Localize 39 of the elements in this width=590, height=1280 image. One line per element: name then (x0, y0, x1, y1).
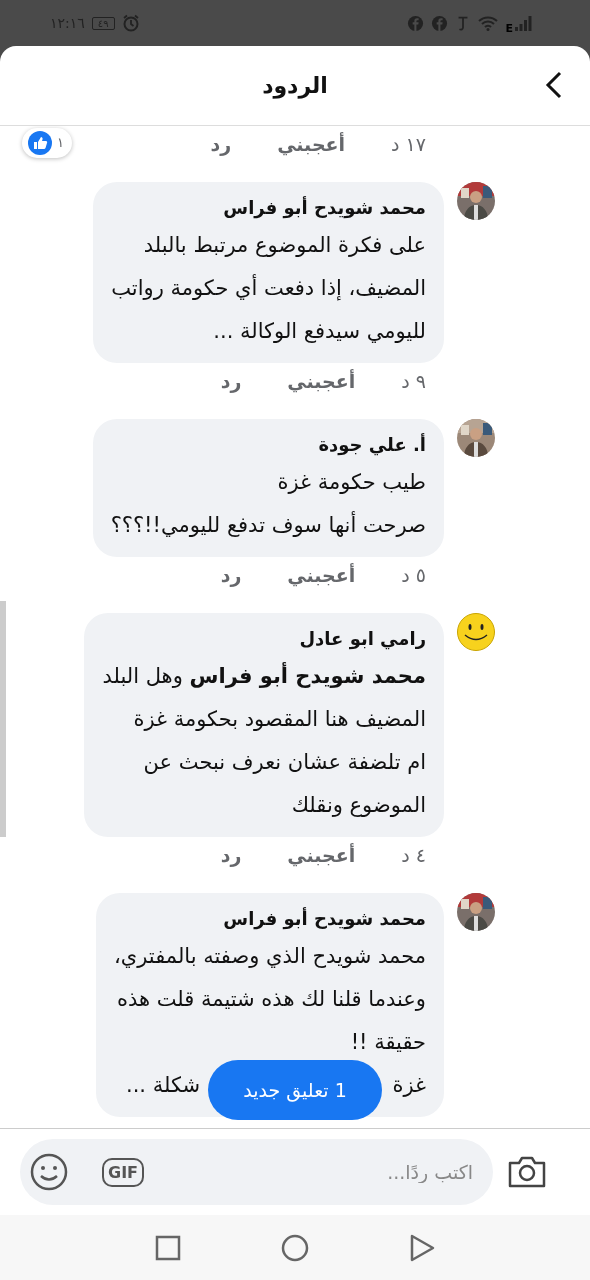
comment-text: غزة (392, 1072, 426, 1099)
like-link[interactable]: أعجبني (287, 564, 356, 586)
reaction-badge[interactable]: ١ (22, 128, 72, 158)
smiley-icon (457, 613, 495, 651)
author-name[interactable]: محمد شويدح أبو فراس (111, 192, 426, 224)
alarm-icon (121, 14, 140, 32)
home-icon[interactable] (281, 1233, 309, 1262)
author-name[interactable]: رامي ابو عادل (102, 623, 426, 655)
camera-icon[interactable] (507, 1155, 547, 1189)
reply-link[interactable]: رد (220, 370, 242, 392)
page-title: الردود (262, 73, 328, 98)
like-link[interactable]: أعجبني (287, 844, 356, 866)
facebook-icon (431, 14, 449, 32)
reply-link[interactable]: رد (210, 133, 232, 155)
reply-link[interactable]: رد (220, 844, 242, 866)
like-link[interactable]: أعجبني (277, 133, 346, 155)
comment-text: محمد شويدح أبو فراس وهل البلد المضيف هنا المقصود بحكومة غزة ام تلضفة عشان نعرف نبحث عن الموضوع ونقلك (102, 661, 426, 819)
comment-time: ٥ د (401, 564, 426, 586)
facebook-icon (407, 14, 425, 32)
comment-text: محمد شويدح الذي وصفته بالمفتري، وعندما قلنا لك هذه شتيمة قلت هذه حقيقة !! (114, 943, 426, 1056)
comment-time: ٩ د (401, 370, 426, 392)
author-name[interactable]: محمد شويدح أبو فراس (114, 903, 426, 935)
back-icon[interactable] (409, 1233, 435, 1262)
wifi-icon (478, 15, 499, 31)
reply-link[interactable]: رد (220, 564, 242, 586)
comment-time: ١٧ د (391, 133, 426, 155)
comment-text: على فكرة الموضوع مرتبط بالبلد المضيف، إذا دفعت أي حكومة رواتب لليومي سيدفع الوكالة ... (111, 232, 426, 345)
like-link[interactable]: أعجبني (287, 370, 356, 392)
recents-icon[interactable] (155, 1234, 181, 1261)
network-type: E (505, 21, 513, 35)
back-button[interactable] (544, 70, 564, 100)
comment-text: شكلة ... (126, 1072, 201, 1099)
new-comment-button[interactable]: 1 تعليق جديد (208, 1060, 382, 1120)
gif-button[interactable]: GIF (102, 1157, 144, 1187)
emoji-icon[interactable] (30, 1153, 68, 1191)
author-name[interactable]: أ. علي جودة (110, 429, 426, 461)
signal-icon (514, 14, 532, 32)
comment-time: ٤ د (401, 844, 426, 866)
comment-text: طيب حكومة غزة صرحت أنها سوف تدفع لليومي!!؟؟؟ (110, 469, 426, 539)
